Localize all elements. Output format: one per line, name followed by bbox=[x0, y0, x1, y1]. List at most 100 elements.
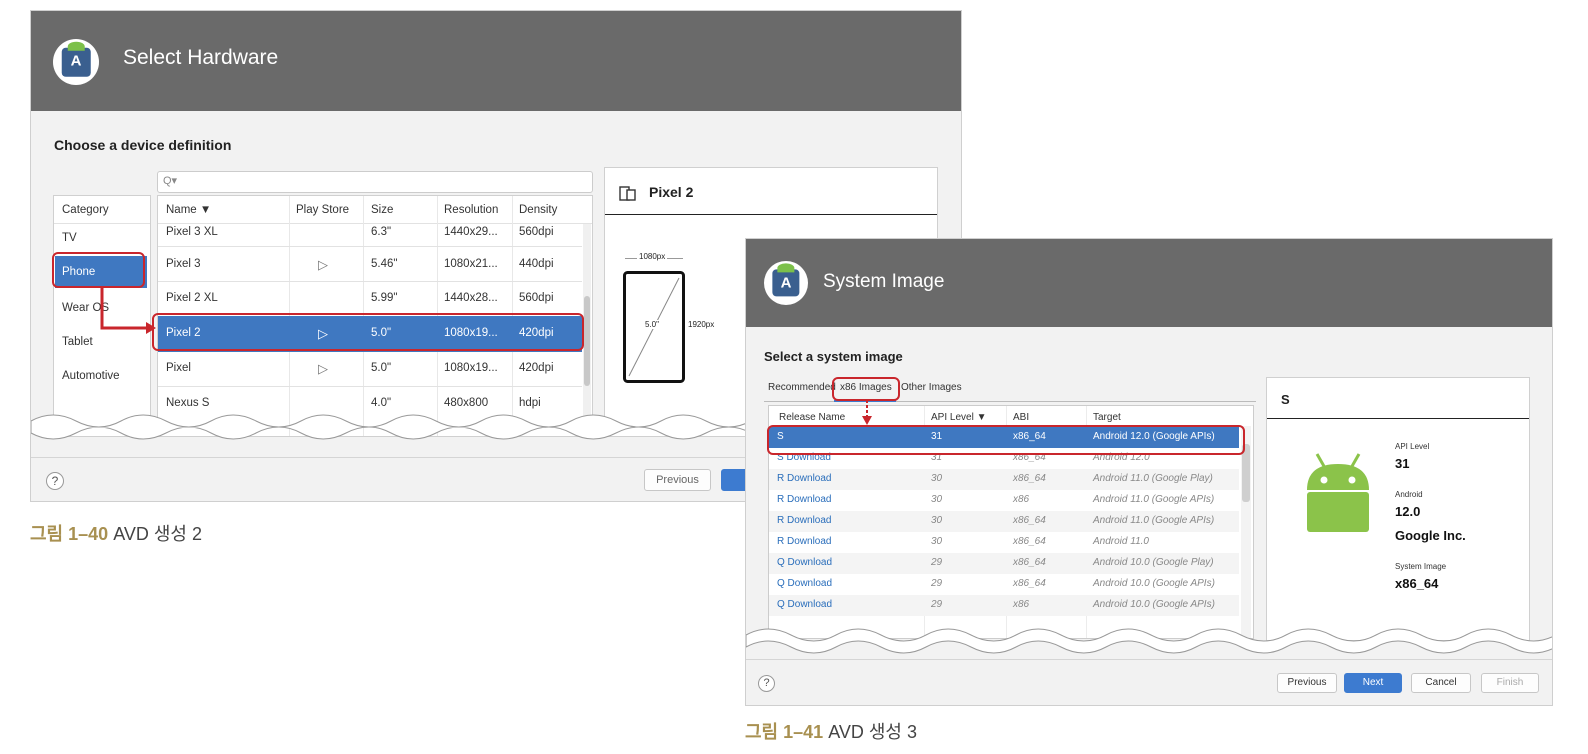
row-api: 30 bbox=[931, 536, 943, 547]
search-input[interactable]: Q▾ bbox=[157, 171, 593, 193]
table-row[interactable]: Q Download 29 x86 Android 10.0 (Google A… bbox=[769, 595, 1239, 616]
row-api: 29 bbox=[931, 578, 943, 589]
download-link[interactable]: R Download bbox=[777, 473, 831, 484]
table-row[interactable]: R Download 30 x86 Android 11.0 (Google A… bbox=[769, 490, 1239, 511]
row-target: Android 11.0 (Google APIs) bbox=[1093, 515, 1215, 526]
preview-title: Pixel 2 bbox=[649, 184, 694, 200]
col-api[interactable]: API Level ▼ bbox=[931, 412, 986, 423]
play-store-icon: ▷ bbox=[318, 257, 328, 272]
category-tablet[interactable]: Tablet bbox=[62, 336, 93, 348]
row-name: Nexus S bbox=[166, 397, 210, 409]
scrollbar-thumb[interactable] bbox=[584, 296, 590, 386]
row-density: 420dpi bbox=[519, 362, 554, 374]
search-icon: Q▾ bbox=[163, 175, 178, 187]
row-api: 30 bbox=[931, 515, 943, 526]
row-density: hdpi bbox=[519, 397, 541, 409]
row-api: 29 bbox=[931, 557, 943, 568]
dialog-title: System Image bbox=[823, 271, 945, 292]
system-image-dialog: A System Image Select a system image Rec… bbox=[745, 238, 1553, 706]
row-abi: x86 bbox=[1013, 494, 1030, 505]
row-abi: x86 bbox=[1013, 599, 1030, 610]
row-density: 560dpi bbox=[519, 226, 554, 238]
dialog-title: Select Hardware bbox=[123, 46, 279, 69]
x86-tab-highlight bbox=[832, 377, 900, 401]
row-target: Android 10.0 (Google APIs) bbox=[1093, 599, 1215, 610]
dialog-header: A Select Hardware bbox=[31, 11, 961, 111]
col-size[interactable]: Size bbox=[371, 204, 393, 216]
col-abi[interactable]: ABI bbox=[1013, 412, 1029, 423]
caption-number: 40 bbox=[88, 524, 109, 544]
row-name: Pixel 2 XL bbox=[166, 292, 218, 304]
table-row[interactable]: Pixel 3 XL 6.3" 1440x29... 560dpi bbox=[158, 224, 582, 246]
download-link[interactable]: R Download bbox=[777, 515, 831, 526]
tab-other-images[interactable]: Other Images bbox=[901, 382, 962, 393]
col-resolution[interactable]: Resolution bbox=[444, 204, 498, 216]
system-image-value: x86_64 bbox=[1395, 576, 1439, 591]
table-row[interactable]: Q Download 29 x86_64 Android 10.0 (Googl… bbox=[769, 574, 1239, 595]
col-play-store[interactable]: Play Store bbox=[296, 204, 349, 216]
row-name: Pixel bbox=[166, 362, 191, 374]
caption-1: 그림 1–40 AVD 생성 2 bbox=[30, 520, 202, 546]
row-name: Pixel 3 bbox=[166, 258, 201, 270]
row-size: 4.0" bbox=[371, 397, 392, 409]
row-abi: x86_64 bbox=[1013, 557, 1046, 568]
height-label: 1920px bbox=[688, 320, 715, 329]
caption-number: 41 bbox=[803, 722, 824, 742]
download-link[interactable]: Q Download bbox=[777, 599, 832, 610]
down-arrow-icon bbox=[862, 400, 872, 425]
caption-text: AVD 생성 3 bbox=[823, 722, 917, 742]
cancel-button[interactable]: Cancel bbox=[1411, 673, 1471, 693]
tab-recommended[interactable]: Recommended bbox=[768, 382, 836, 393]
download-link[interactable]: R Download bbox=[777, 536, 831, 547]
download-link[interactable]: Q Download bbox=[777, 557, 832, 568]
caption-prefix: 그림 1– bbox=[745, 722, 804, 742]
android-robot-icon bbox=[1301, 450, 1373, 532]
col-target[interactable]: Target bbox=[1093, 412, 1121, 423]
help-button[interactable]: ? bbox=[758, 675, 775, 692]
android-label: Android bbox=[1395, 490, 1423, 499]
system-image-label: System Image bbox=[1395, 562, 1447, 571]
section-subtitle: Select a system image bbox=[764, 349, 903, 364]
category-automotive[interactable]: Automotive bbox=[62, 370, 120, 382]
row-api: 30 bbox=[931, 473, 943, 484]
table-row[interactable]: R Download 30 x86_64 Android 11.0 (Googl… bbox=[769, 469, 1239, 490]
selected-image-highlight bbox=[767, 425, 1245, 455]
table-row[interactable]: Pixel ▷ 5.0" 1080x19... 420dpi bbox=[158, 352, 582, 386]
table-row[interactable]: R Download 30 x86_64 Android 11.0 (Googl… bbox=[769, 511, 1239, 532]
previous-button[interactable]: Previous bbox=[644, 469, 711, 491]
help-button[interactable]: ? bbox=[46, 472, 64, 490]
category-tv[interactable]: TV bbox=[62, 232, 77, 244]
table-row[interactable]: R Download 30 x86_64 Android 11.0 bbox=[769, 532, 1239, 553]
android-value: 12.0 bbox=[1395, 504, 1421, 519]
category-header: Category bbox=[62, 204, 109, 216]
row-resolution: 1080x19... bbox=[444, 362, 498, 374]
download-link[interactable]: R Download bbox=[777, 494, 831, 505]
col-release[interactable]: Release Name bbox=[779, 412, 845, 423]
next-button[interactable]: Next bbox=[1344, 673, 1402, 693]
download-link[interactable]: Q Download bbox=[777, 578, 832, 589]
col-density[interactable]: Density bbox=[519, 204, 557, 216]
phone-highlight bbox=[52, 252, 145, 288]
row-abi: x86_64 bbox=[1013, 515, 1046, 526]
row-resolution: 1440x28... bbox=[444, 292, 498, 304]
section-subtitle: Choose a device definition bbox=[54, 137, 232, 153]
row-target: Android 11.0 (Google APIs) bbox=[1093, 494, 1215, 505]
row-api: 30 bbox=[931, 494, 943, 505]
table-row[interactable]: Pixel 2 XL 5.99" 1440x28... 560dpi bbox=[158, 282, 582, 316]
table-row[interactable]: Pixel 3 ▷ 5.46" 1080x21... 440dpi bbox=[158, 247, 582, 281]
play-store-icon: ▷ bbox=[318, 361, 328, 376]
row-abi: x86_64 bbox=[1013, 536, 1046, 547]
dialog-header: A System Image bbox=[746, 239, 1552, 327]
row-density: 440dpi bbox=[519, 258, 554, 270]
vendor-value: Google Inc. bbox=[1395, 528, 1466, 543]
width-label: 1080px bbox=[637, 252, 668, 261]
api-level-label: API Level bbox=[1395, 442, 1430, 451]
system-image-info-panel: S API Level 31 Android 12.0 Google Inc. … bbox=[1266, 377, 1530, 641]
diagonal-label: 5.0" bbox=[645, 320, 659, 329]
col-name[interactable]: Name ▼ bbox=[166, 204, 211, 216]
table-row[interactable]: Q Download 29 x86_64 Android 10.0 (Googl… bbox=[769, 553, 1239, 574]
finish-button[interactable]: Finish bbox=[1481, 673, 1539, 693]
previous-button[interactable]: Previous bbox=[1277, 673, 1337, 693]
caption-2: 그림 1–41 AVD 생성 3 bbox=[745, 718, 917, 744]
api-level-value: 31 bbox=[1395, 456, 1410, 471]
